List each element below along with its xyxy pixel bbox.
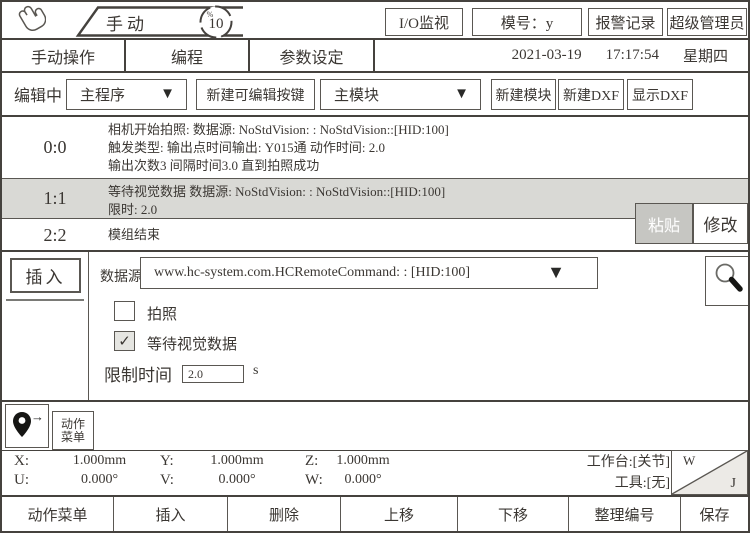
divider	[88, 252, 89, 400]
program-row-index: 1:1	[2, 179, 108, 218]
search-icon	[711, 261, 745, 302]
wait-vision-checkbox-label: 等待视觉数据	[147, 333, 237, 354]
axis-u-value: 0.000°	[47, 472, 152, 488]
date-text: 2021-03-19	[512, 47, 582, 64]
teach-pendant-screen: 手动 % 10 I/O监视 模号：y 报警记录 超级管理员 手动操作 编程 参数…	[0, 0, 750, 533]
new-dxf-button[interactable]: 新建DXF	[558, 79, 624, 110]
time-text: 17:17:54	[606, 47, 659, 64]
divider	[2, 71, 748, 73]
axis-w-value: 0.000°	[317, 472, 409, 488]
tab-parameter-setting[interactable]: 参数设定	[250, 40, 375, 71]
show-dxf-button[interactable]: 显示DXF	[627, 79, 693, 110]
tool-status: 工具:[无]	[480, 473, 670, 494]
editing-status-label: 编辑中	[14, 82, 62, 106]
axis-y-label: Y:	[160, 453, 174, 470]
axis-x-value: 1.000mm	[47, 453, 152, 469]
insert-button[interactable]: 插入	[114, 497, 228, 531]
module-select-value: 主模块	[334, 84, 379, 105]
datasource-label: 数据源	[100, 266, 142, 286]
check-icon: ✓	[118, 332, 131, 351]
axis-v-label: V:	[160, 472, 174, 489]
insert-step-button[interactable]: 插入	[10, 258, 81, 293]
modify-button[interactable]: 修改	[693, 203, 748, 244]
delete-button[interactable]: 删除	[228, 497, 341, 531]
hand-icon	[12, 4, 46, 37]
move-down-button[interactable]: 下移	[458, 497, 569, 531]
paste-button[interactable]: 粘贴	[635, 203, 693, 244]
axis-x-label: X:	[14, 453, 29, 470]
user-level-button[interactable]: 超级管理员	[667, 8, 747, 36]
program-row-index: 0:0	[2, 117, 108, 178]
datasource-select[interactable]: www.hc-system.com.HCRemoteCommand: : [HI…	[140, 257, 598, 289]
action-menu-button[interactable]: 动作菜单	[2, 497, 114, 531]
time-limit-unit: s	[253, 363, 258, 379]
axis-z-value: 1.000mm	[317, 453, 409, 469]
datetime-display: 2021-03-19 17:17:54 星期四	[382, 40, 738, 71]
io-monitor-button[interactable]: I/O监视	[385, 8, 463, 36]
divider	[6, 299, 84, 301]
mold-number-button[interactable]: 模号：y	[472, 8, 582, 36]
divider	[2, 450, 748, 451]
chevron-down-icon: ▼	[454, 86, 469, 103]
axis-v-value: 0.000°	[187, 472, 287, 488]
datasource-select-value: www.hc-system.com.HCRemoteCommand: : [HI…	[154, 265, 470, 281]
axis-y-value: 1.000mm	[187, 453, 287, 469]
speed-value: 10	[209, 16, 224, 32]
renumber-button[interactable]: 整理编号	[569, 497, 681, 531]
time-limit-label: 限制时间	[104, 361, 172, 386]
chevron-down-icon: ▼	[160, 86, 175, 103]
frame-world-label: W	[683, 453, 695, 469]
action-menu-mini-button[interactable]: 动作 菜单	[52, 411, 94, 450]
program-row-index: 2:2	[2, 219, 108, 251]
bottom-button-bar: 动作菜单 插入 删除 上移 下移 整理编号 保存	[2, 495, 748, 531]
right-arrow-icon: →	[31, 409, 44, 425]
wait-vision-checkbox[interactable]: ✓	[114, 331, 135, 351]
speed-gauge-icon[interactable]: % 10	[198, 4, 234, 40]
axis-u-label: U:	[14, 472, 29, 489]
tab-programming[interactable]: 编程	[126, 40, 250, 71]
frame-joint-label: J	[731, 476, 736, 492]
photo-checkbox-label: 拍照	[147, 303, 177, 324]
program-select-value: 主程序	[80, 84, 125, 105]
worktable-status: 工作台:[关节]	[480, 452, 670, 473]
frame-toggle-button[interactable]: W J	[671, 450, 748, 495]
divider	[2, 400, 748, 402]
tab-manual-operation[interactable]: 手动操作	[2, 40, 126, 71]
move-to-point-button[interactable]: →	[5, 404, 49, 448]
move-up-button[interactable]: 上移	[341, 497, 458, 531]
program-row[interactable]: 0:0 相机开始拍照: 数据源: NoStdVision: : NoStdVis…	[2, 117, 748, 179]
time-limit-input[interactable]	[182, 365, 244, 383]
program-row-text: 相机开始拍照: 数据源: NoStdVision: : NoStdVision:…	[108, 117, 748, 178]
program-select[interactable]: 主程序 ▼	[66, 79, 187, 110]
photo-checkbox[interactable]	[114, 301, 135, 321]
search-button[interactable]	[705, 256, 750, 306]
worktable-tool-status: 工作台:[关节] 工具:[无]	[480, 452, 670, 494]
divider	[2, 250, 748, 252]
mode-label: 手动	[106, 10, 148, 35]
new-module-button[interactable]: 新建模块	[491, 79, 556, 110]
save-button[interactable]: 保存	[681, 497, 748, 531]
weekday-text: 星期四	[683, 45, 728, 66]
module-select[interactable]: 主模块 ▼	[320, 79, 481, 110]
new-editable-key-button[interactable]: 新建可编辑按键	[196, 79, 315, 110]
alarm-record-button[interactable]: 报警记录	[588, 8, 663, 36]
chevron-down-icon: ▼	[547, 262, 565, 283]
